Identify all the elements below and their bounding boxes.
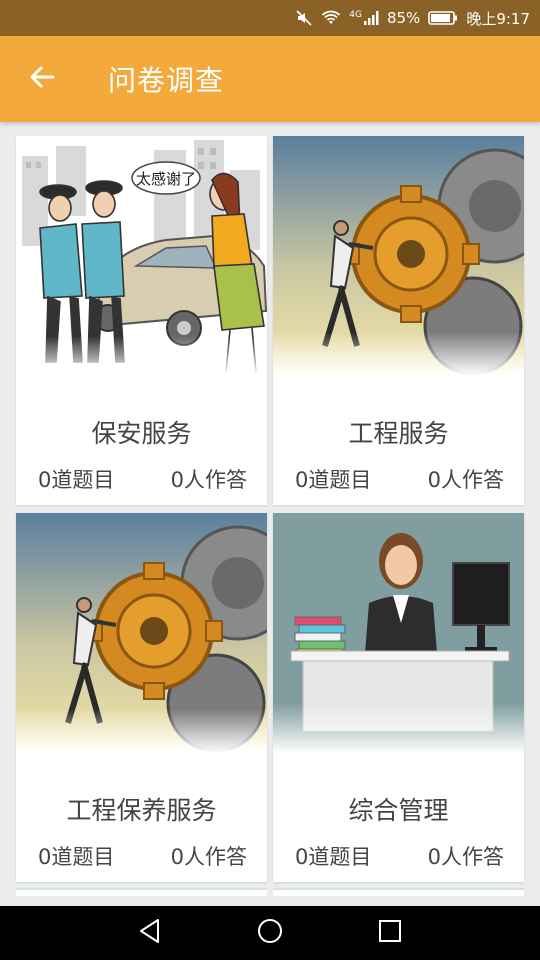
card-meta: 0道题目 0人作答 [16,464,267,494]
speech-bubble-text: 太感谢了 [136,170,196,188]
nav-home-button[interactable] [250,913,290,953]
app-bar: 问卷调查 [0,36,540,122]
status-bar: 4G 85% 晚上9:17 [0,0,540,36]
survey-card-engineering[interactable]: 工程服务 0道题目 0人作答 [273,136,524,505]
man-pushing-gear-photo [16,513,267,753]
question-count: 0道题目 [295,845,372,869]
survey-card-partial[interactable] [16,888,267,896]
page-title: 问卷调查 [108,64,225,97]
card-meta: 0道题目 0人作答 [16,841,267,871]
card-title: 工程服务 [348,419,449,448]
card-meta: 0道题目 0人作答 [273,464,524,494]
nav-back-button[interactable] [130,913,170,953]
office-receptionist-illustration [273,513,524,753]
arrow-left-icon [29,64,55,94]
wifi-icon [321,10,341,26]
battery-icon [428,10,458,26]
card-title: 保安服务 [91,419,192,448]
back-triangle-icon [138,918,162,948]
question-count: 0道题目 [38,845,115,869]
answer-count: 0人作答 [170,845,247,869]
man-pushing-gear-photo [273,136,524,376]
system-nav-bar [0,906,540,960]
question-count: 0道题目 [38,468,115,492]
card-title: 工程保养服务 [66,796,217,825]
card-meta: 0道题目 0人作答 [273,841,524,871]
battery-percent: 85% [386,9,421,27]
network-type-label: 4G [349,10,362,20]
answer-count: 0人作答 [170,468,247,492]
recents-square-icon [378,919,402,947]
card-title: 综合管理 [348,796,449,825]
survey-card-engineering-maintenance[interactable]: 工程保养服务 0道题目 0人作答 [16,513,267,882]
survey-card-general-management[interactable]: 综合管理 0道题目 0人作答 [273,513,524,882]
question-count: 0道题目 [295,468,372,492]
security-guards-illustration: 太感谢了 [16,136,267,376]
back-button[interactable] [20,57,64,101]
home-circle-icon [257,918,283,948]
answer-count: 0人作答 [427,845,504,869]
nav-recents-button[interactable] [370,913,410,953]
answer-count: 0人作答 [427,468,504,492]
clock: 晚上9:17 [466,9,530,28]
signal-icon: 4G [349,10,379,26]
mute-icon [295,9,313,27]
survey-card-partial[interactable] [273,888,524,896]
survey-card-security[interactable]: 太感谢了 保安服务 0道题目 0人作答 [16,136,267,505]
